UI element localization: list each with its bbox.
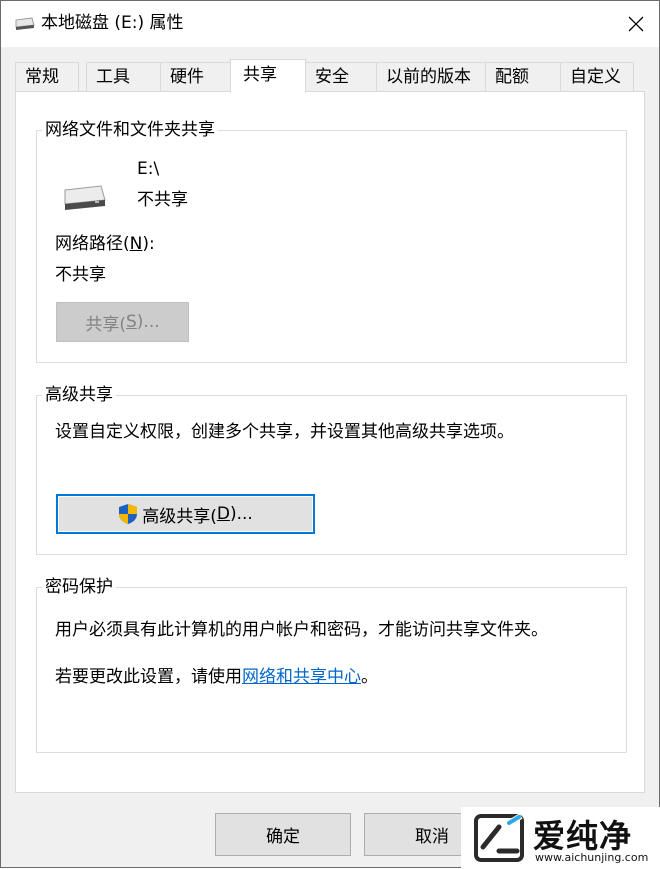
tab-customize[interactable]: 自定义	[560, 62, 634, 91]
hard-drive-icon	[64, 185, 106, 210]
network-sharing-legend: 网络文件和文件夹共享	[45, 120, 215, 140]
password-protection-change-text: 若要更改此设置，请使用网络和共享中心。	[55, 667, 378, 687]
close-icon	[628, 16, 644, 32]
tab-general[interactable]: 常规	[15, 62, 79, 91]
uac-shield-icon	[119, 504, 138, 524]
drive-share-status: 不共享	[137, 190, 188, 210]
share-button-label-pre: 共享(	[85, 314, 126, 335]
drive-icon	[15, 17, 35, 30]
advanced-button-accel: D	[216, 504, 230, 524]
ok-button[interactable]: 确定	[215, 813, 351, 856]
advanced-sharing-button[interactable]: 高级共享(D)...	[56, 494, 315, 534]
password-protection-legend: 密码保护	[45, 577, 113, 597]
advanced-button-label-pre: 高级共享(	[142, 506, 217, 527]
advanced-button-label-post: )...	[229, 504, 253, 524]
tab-strip: 常规 工具 硬件 共享 安全 以前的版本 配额 自定义	[15, 59, 645, 93]
tab-tools[interactable]: 工具	[86, 62, 161, 91]
share-button[interactable]: 共享(S)...	[56, 302, 189, 342]
close-button[interactable]	[613, 1, 659, 47]
sharing-panel: 网络文件和文件夹共享 E:\ 不共享 网络路径(N): 不共享 共享(S)...…	[15, 91, 645, 793]
window-title: 本地磁盘 (E:) 属性	[41, 13, 184, 33]
network-path-value: 不共享	[55, 265, 106, 285]
advanced-sharing-description: 设置自定义权限，创建多个共享，并设置其他高级共享选项。	[55, 422, 514, 442]
properties-dialog: 本地磁盘 (E:) 属性 常规 工具 硬件 共享 安全 以前的版本 配额 自定义…	[0, 0, 660, 869]
share-button-accel: S	[126, 312, 137, 332]
tab-sharing[interactable]: 共享	[230, 59, 306, 93]
share-button-label-post: )...	[136, 312, 160, 332]
password-protection-description: 用户必须具有此计算机的用户帐户和密码，才能访问共享文件夹。	[55, 620, 548, 640]
network-sharing-center-link[interactable]: 网络和共享中心	[242, 667, 361, 687]
logo-icon	[474, 813, 524, 862]
password-protection-group: 密码保护	[36, 577, 627, 753]
tab-quota[interactable]: 配额	[485, 62, 561, 91]
tab-hardware[interactable]: 硬件	[160, 62, 231, 91]
watermark-url: www.aichunjing.com	[535, 851, 649, 864]
tab-previous-versions[interactable]: 以前的版本	[376, 62, 486, 91]
watermark: 爱纯净 www.aichunjing.com	[461, 807, 660, 869]
title-bar: 本地磁盘 (E:) 属性	[1, 1, 659, 47]
advanced-sharing-legend: 高级共享	[45, 385, 113, 405]
tab-security[interactable]: 安全	[305, 62, 377, 91]
drive-path: E:\	[137, 159, 160, 179]
network-path-label: 网络路径(N):	[55, 234, 155, 254]
